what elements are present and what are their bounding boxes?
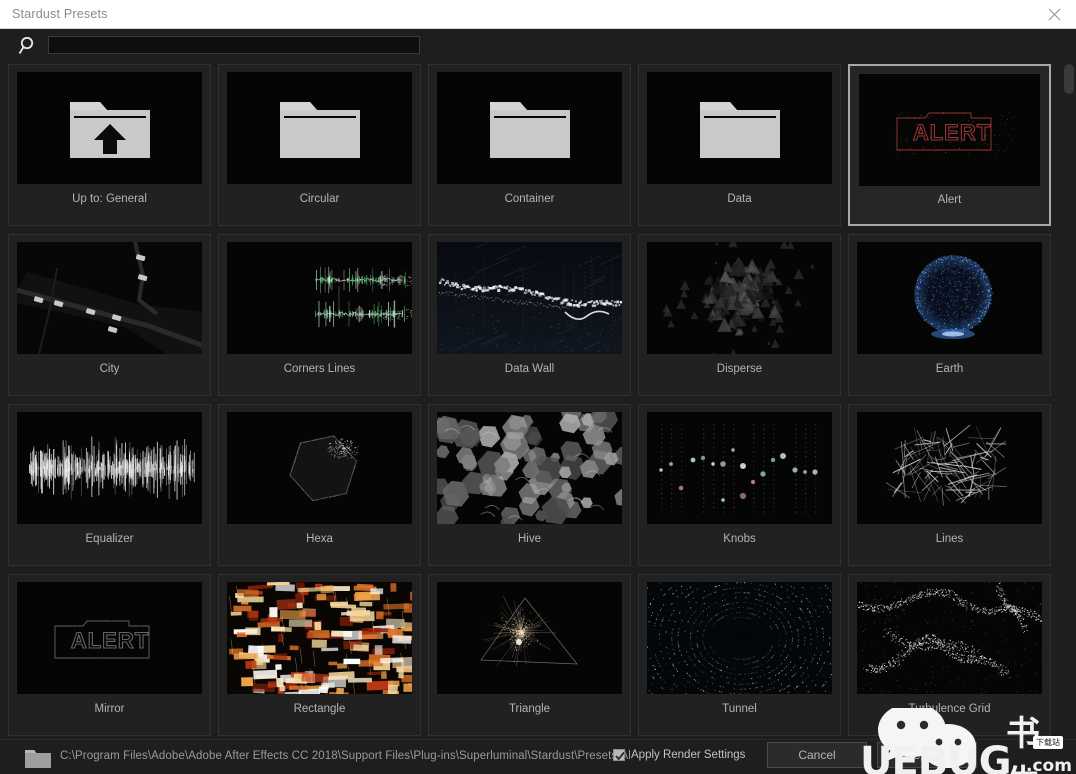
preset-label: Knobs	[723, 533, 756, 545]
preset-thumbnail	[437, 242, 622, 354]
preset-label: Lines	[935, 533, 964, 545]
preset-grid-scroll-area[interactable]: Up to: General Circular Container Data ALERT…	[0, 61, 1076, 739]
preset-thumbnail	[17, 72, 202, 184]
preset-label: Corners Lines	[283, 363, 356, 375]
preset-thumbnail	[437, 412, 622, 524]
preset-tile-alert[interactable]: ALERT Alert	[848, 64, 1051, 226]
preset-tile-tunnel[interactable]: Tunnel	[638, 574, 841, 736]
preset-tile-equalizer[interactable]: Equalizer	[8, 404, 211, 566]
preset-path-text: C:\Program Files\Adobe\Adobe After Effec…	[60, 750, 631, 762]
preset-thumbnail: ALERT	[859, 74, 1040, 186]
scrollbar-thumb[interactable]	[1064, 64, 1074, 94]
preset-thumbnail	[647, 582, 832, 694]
preset-thumbnail	[17, 242, 202, 354]
preset-label: Mirror	[94, 703, 125, 715]
preset-tile-data-wall[interactable]: Data Wall	[428, 234, 631, 396]
checkbox-box[interactable]	[613, 749, 625, 761]
preset-tile-container[interactable]: Container	[428, 64, 631, 226]
preset-label: Alert	[937, 194, 962, 206]
preset-label: Container	[504, 193, 555, 205]
title-bar: Stardust Presets	[0, 0, 1076, 29]
check-icon	[615, 751, 625, 761]
preset-tile-turbulence-grid[interactable]: Turbulence Grid	[848, 574, 1051, 736]
preset-label: Tunnel	[722, 703, 757, 715]
preset-tile-city[interactable]: City	[8, 234, 211, 396]
preset-label: City	[99, 363, 120, 375]
preset-tile-data[interactable]: Data	[638, 64, 841, 226]
preset-label: Rectangle	[293, 703, 346, 715]
preset-label: Circular	[299, 193, 340, 205]
preset-label: Turbulence Grid	[908, 703, 991, 715]
checkbox-label: Apply Render Settings	[631, 749, 746, 761]
preset-label: Equalizer	[85, 533, 134, 545]
stardust-presets-dialog: Stardust Presets Up to: General Circular C…	[0, 0, 1076, 774]
preset-thumbnail	[227, 582, 412, 694]
preset-tile-earth[interactable]: Earth	[848, 234, 1051, 396]
preset-tile-up-to-general[interactable]: Up to: General	[8, 64, 211, 226]
preset-tile-disperse[interactable]: Disperse	[638, 234, 841, 396]
svg-text:ALERT: ALERT	[71, 628, 149, 653]
preset-tile-corners-lines[interactable]: Corners Lines	[218, 234, 421, 396]
preset-thumbnail	[857, 412, 1042, 524]
preset-thumbnail	[647, 412, 832, 524]
preset-label: Disperse	[716, 363, 763, 375]
preset-thumbnail	[857, 582, 1042, 694]
preset-tile-rectangle[interactable]: Rectangle	[218, 574, 421, 736]
preset-label: Data	[727, 193, 752, 205]
preset-tile-knobs[interactable]: Knobs	[638, 404, 841, 566]
preset-label: Data Wall	[504, 363, 555, 375]
close-icon[interactable]	[1032, 0, 1076, 28]
window-title: Stardust Presets	[12, 7, 108, 21]
preset-tile-lines[interactable]: Lines	[848, 404, 1051, 566]
search-icon	[18, 35, 40, 57]
preset-label: Earth	[935, 363, 964, 375]
apply-render-settings-checkbox[interactable]: Apply Render Settings	[613, 749, 745, 761]
cancel-button[interactable]: Cancel	[767, 742, 867, 768]
preset-tile-mirror[interactable]: ALERT Mirror	[8, 574, 211, 736]
preset-thumbnail	[437, 72, 622, 184]
preset-tile-circular[interactable]: Circular	[218, 64, 421, 226]
preset-thumbnail	[227, 72, 412, 184]
preset-thumbnail	[227, 412, 412, 524]
replace-button[interactable]: Replace	[877, 742, 977, 768]
preset-tile-hexa[interactable]: Hexa	[218, 404, 421, 566]
preset-label: Hexa	[306, 533, 333, 545]
vertical-scrollbar[interactable]	[1063, 61, 1075, 739]
search-input[interactable]	[48, 36, 420, 54]
preset-thumbnail	[17, 412, 202, 524]
preset-thumbnail	[647, 242, 832, 354]
preset-tile-hive[interactable]: Hive	[428, 404, 631, 566]
preset-tile-triangle[interactable]: Triangle	[428, 574, 631, 736]
folder-icon	[25, 747, 51, 773]
preset-label: Hive	[517, 533, 541, 545]
preset-thumbnail: ALERT	[17, 582, 202, 694]
preset-thumbnail	[857, 242, 1042, 354]
svg-text:ALERT: ALERT	[913, 120, 991, 145]
preset-thumbnail	[437, 582, 622, 694]
preset-thumbnail	[647, 72, 832, 184]
preset-label: Triangle	[508, 703, 551, 715]
preset-thumbnail	[227, 242, 412, 354]
preset-label: Up to: General	[72, 193, 147, 205]
